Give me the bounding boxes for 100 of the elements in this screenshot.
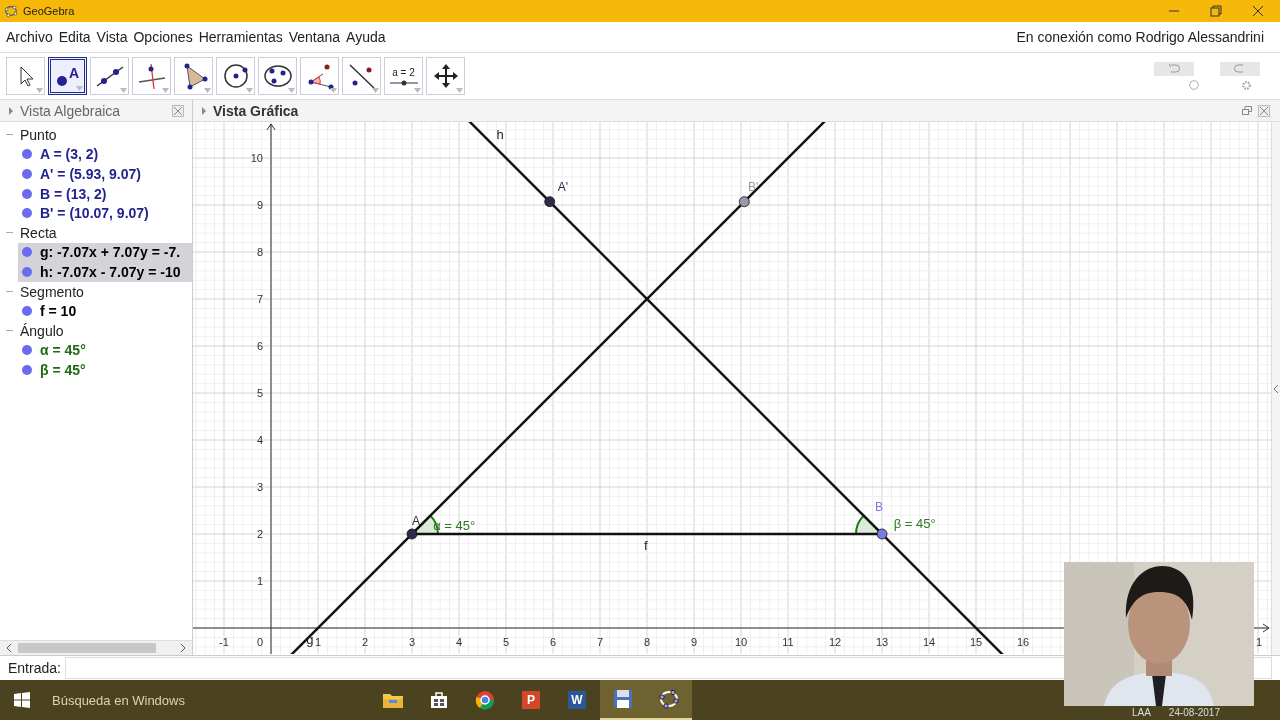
menu-item[interactable]: Opciones <box>133 29 193 45</box>
axis-tick-label: 3 <box>256 481 263 493</box>
visibility-dot-icon[interactable] <box>22 208 32 219</box>
tool-button[interactable]: A <box>48 57 87 95</box>
collapse-arrow-icon[interactable] <box>201 106 207 115</box>
undo-icon[interactable] <box>1168 64 1180 73</box>
caret-icon[interactable] <box>330 88 337 93</box>
start-icon[interactable] <box>14 692 30 708</box>
tray-text: 24-08-2017 <box>1168 707 1220 718</box>
algebra-row[interactable]: f = 10 <box>0 301 192 321</box>
menu-item[interactable]: Edita <box>58 29 91 45</box>
point[interactable] <box>406 528 418 540</box>
algebra-entry: B = (13, 2) <box>40 185 107 202</box>
window-title: GeoGebra <box>23 5 75 17</box>
caret-icon[interactable] <box>246 88 253 93</box>
algebra-entry: α = 45° <box>40 342 86 359</box>
axis-tick-label: 14 <box>922 636 936 648</box>
axis-tick-label: 8 <box>643 636 651 648</box>
algebra-row[interactable]: A = (3, 2) <box>0 144 192 165</box>
caret-icon[interactable] <box>36 88 43 93</box>
tool-button[interactable] <box>342 57 381 95</box>
caret-icon[interactable] <box>204 88 211 93</box>
algebra-row[interactable]: A' = (5.93, 9.07) <box>0 164 192 184</box>
scroll-left-icon[interactable] <box>6 644 12 652</box>
help-icon[interactable] <box>1189 80 1199 90</box>
menu-item[interactable]: Vista <box>96 29 128 45</box>
visibility-dot-icon[interactable] <box>22 247 32 258</box>
tool-button[interactable] <box>426 57 465 95</box>
algebra-row[interactable]: B = (13, 2) <box>0 183 192 204</box>
caret-icon[interactable] <box>162 88 169 93</box>
caret-icon[interactable] <box>414 88 421 93</box>
point-label: A' <box>557 179 568 194</box>
caret-icon[interactable] <box>456 88 463 93</box>
visibility-dot-icon[interactable] <box>22 266 32 277</box>
panel-title: Vista Gráfica <box>213 102 299 119</box>
algebra-entry: f = 10 <box>40 303 77 320</box>
algebra-entry: A' = (5.93, 9.07) <box>40 166 141 182</box>
visibility-dot-icon[interactable] <box>22 169 32 179</box>
tool-button[interactable] <box>174 57 213 95</box>
caret-icon[interactable] <box>372 88 379 93</box>
geogebra-icon[interactable] <box>646 680 692 720</box>
input-label: Entrada: <box>8 660 61 676</box>
close-icon[interactable] <box>1258 104 1270 117</box>
algebra-entry: g: -7.07x + 7.07y = -7. <box>40 244 181 261</box>
menu-item[interactable]: Ventana <box>288 29 341 45</box>
tool-button[interactable] <box>300 57 339 95</box>
category-label[interactable]: Punto <box>20 126 57 143</box>
axis-tick-label: 7 <box>256 293 263 305</box>
visibility-dot-icon[interactable] <box>22 306 32 317</box>
algebra-row[interactable]: g: -7.07x + 7.07y = -7. <box>18 242 192 263</box>
collapse-arrow-icon[interactable] <box>8 106 14 115</box>
algebra-row[interactable]: β = 45° <box>0 360 192 380</box>
close-icon[interactable] <box>1252 5 1264 17</box>
visibility-dot-icon[interactable] <box>22 345 32 356</box>
scrollbar[interactable] <box>0 640 192 655</box>
tool-button[interactable] <box>132 57 171 95</box>
caret-icon[interactable] <box>120 88 127 93</box>
axis-tick-label: 1 <box>1255 636 1263 648</box>
algebra-row[interactable]: B' = (10.07, 9.07) <box>0 203 192 223</box>
category-label[interactable]: Segmento <box>20 283 84 300</box>
algebra-row[interactable]: h: -7.07x - 7.07y = -10 <box>18 262 192 282</box>
tray-text: LAA <box>1131 707 1151 718</box>
menu-item[interactable]: Herramientas <box>198 29 283 45</box>
redo-icon[interactable] <box>1234 64 1246 73</box>
undo-button[interactable] <box>1154 61 1194 76</box>
tool-button[interactable]: a = 2 <box>384 57 423 95</box>
tool-button[interactable] <box>258 57 297 95</box>
account-status: En conexión como Rodrigo Alessandrini <box>1016 29 1265 45</box>
caret-icon[interactable] <box>288 88 295 93</box>
axis-tick-label: 11 <box>782 636 794 648</box>
restore-icon[interactable] <box>1210 5 1222 17</box>
menu-item[interactable]: Ayuda <box>346 29 386 45</box>
algebra-entry: B' = (10.07, 9.07) <box>40 205 149 222</box>
tool-button[interactable] <box>90 57 129 95</box>
redo-button[interactable] <box>1220 61 1260 76</box>
menu-item[interactable]: Archivo <box>6 29 53 45</box>
axis-tick-label: 10 <box>250 152 263 164</box>
algebra-entry: A = (3, 2) <box>40 146 99 163</box>
line-label: g <box>306 632 314 648</box>
scroll-right-icon[interactable] <box>180 644 186 652</box>
angle-label: β = 45° <box>893 516 936 532</box>
undock-icon[interactable] <box>1242 106 1252 115</box>
visibility-dot-icon[interactable] <box>22 149 32 160</box>
point[interactable] <box>876 528 888 540</box>
search-field[interactable]: Búsqueda en Windows <box>52 692 370 708</box>
line-label: h <box>496 127 504 143</box>
slider-icon <box>389 79 418 86</box>
algebra-row[interactable]: α = 45° <box>0 340 192 361</box>
point-label: B <box>874 499 883 514</box>
visibility-dot-icon[interactable] <box>22 188 32 199</box>
point[interactable] <box>738 196 750 208</box>
settings-icon[interactable] <box>1241 79 1252 91</box>
close-icon[interactable] <box>172 104 184 117</box>
category-label[interactable]: Ángulo <box>20 322 64 339</box>
axis-tick-label: 5 <box>256 387 263 399</box>
visibility-dot-icon[interactable] <box>22 364 32 375</box>
category-label[interactable]: Recta <box>20 224 57 241</box>
tool-button[interactable] <box>216 57 255 95</box>
panel-title: Vista Algebraica <box>20 102 121 119</box>
point[interactable] <box>544 196 556 208</box>
